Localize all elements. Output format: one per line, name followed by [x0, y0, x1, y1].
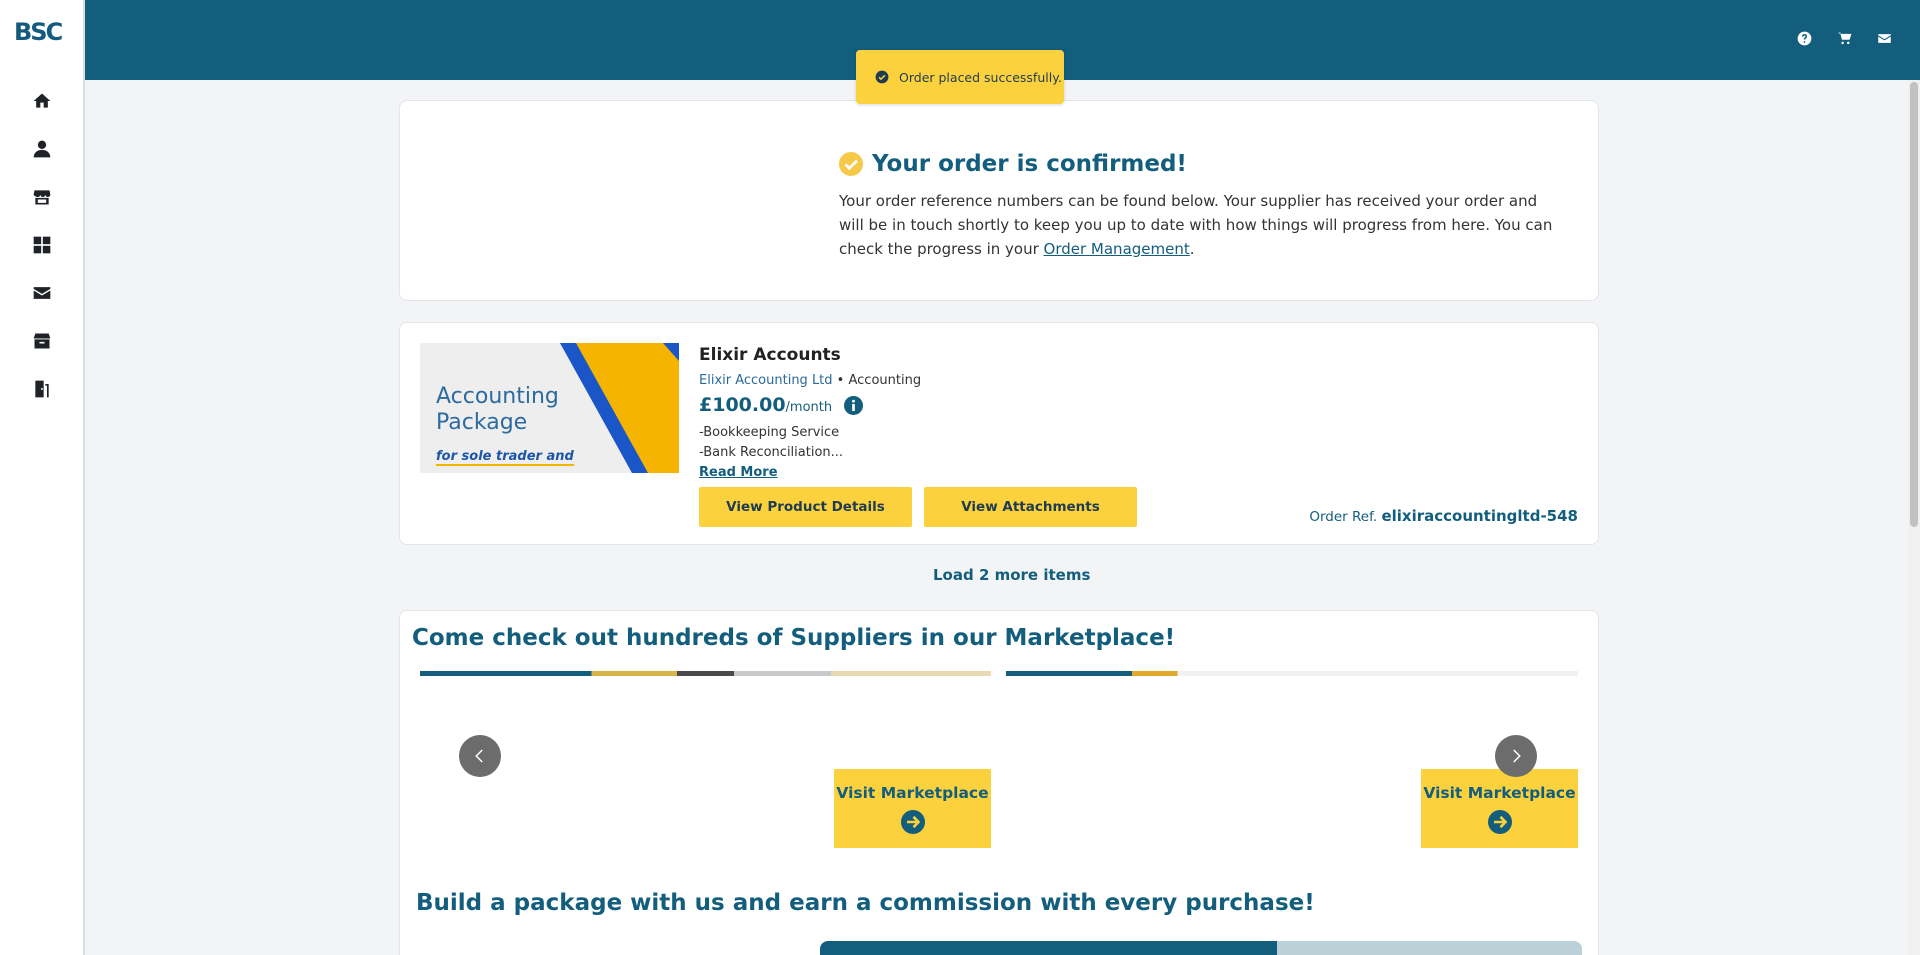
- load-more-items-link[interactable]: Load 2 more items: [933, 566, 1090, 584]
- envelope-icon[interactable]: [1876, 30, 1892, 46]
- check-circle-icon: [875, 70, 889, 84]
- build-package-banner: [820, 941, 1582, 955]
- view-product-details-button[interactable]: View Product Details: [699, 487, 912, 527]
- visit-marketplace-button[interactable]: Visit Marketplace: [834, 769, 991, 848]
- marketplace-banner-image: [1006, 671, 1578, 676]
- product-image-subtitle: for sole trader and: [436, 449, 574, 466]
- confirmation-heading: Your order is confirmed!: [839, 151, 1187, 177]
- header-actions: [1796, 30, 1892, 46]
- description-line: -Bookkeeping Service: [699, 425, 840, 440]
- price-period: /month: [785, 400, 833, 415]
- sidebar: BSC: [0, 0, 85, 955]
- dashboard-grid-icon[interactable]: [27, 230, 57, 260]
- scrollbar-thumb[interactable]: [1910, 82, 1918, 527]
- product-category: Accounting: [848, 373, 922, 388]
- marketplace-heading: Come check out hundreds of Suppliers in …: [412, 625, 1176, 651]
- home-icon[interactable]: [27, 86, 57, 116]
- product-image-title-line2: Package: [436, 410, 528, 435]
- read-more-link[interactable]: Read More: [699, 465, 778, 480]
- arrow-circle-right-icon: [900, 809, 925, 834]
- product-image: Accounting Package for sole trader and: [420, 343, 679, 473]
- info-icon[interactable]: [844, 395, 864, 415]
- user-icon[interactable]: [27, 134, 57, 164]
- help-icon[interactable]: [1796, 30, 1812, 46]
- confirmation-title: Your order is confirmed!: [872, 151, 1187, 177]
- carousel-prev-button[interactable]: [459, 735, 501, 777]
- description-line: -Bank Reconciliation...: [699, 445, 844, 460]
- product-description: -Bookkeeping Service -Bank Reconciliatio…: [699, 423, 843, 463]
- order-confirmation-card: Your order is confirmed! Your order refe…: [399, 100, 1599, 301]
- chevron-right-icon: [1513, 749, 1521, 763]
- visit-marketplace-label: Visit Marketplace: [836, 783, 989, 802]
- logout-door-icon[interactable]: [27, 374, 57, 404]
- box-icon[interactable]: [27, 326, 57, 356]
- order-ref-value: elixiraccountingltd-548: [1381, 507, 1578, 525]
- confirmation-body: Your order reference numbers can be foun…: [839, 192, 1553, 258]
- product-name: Elixir Accounts: [699, 345, 841, 365]
- build-package-heading: Build a package with us and earn a commi…: [416, 890, 1315, 916]
- order-management-link[interactable]: Order Management: [1044, 240, 1190, 258]
- check-circle-icon: [839, 152, 863, 176]
- ordered-product-card: Accounting Package for sole trader and E…: [399, 322, 1599, 545]
- marketplace-banner-image: [420, 671, 991, 676]
- confirmation-message: Your order reference numbers can be foun…: [839, 189, 1559, 261]
- supplier-name[interactable]: Elixir Accounting Ltd: [699, 373, 833, 388]
- visit-marketplace-label: Visit Marketplace: [1423, 783, 1576, 802]
- logo-text: BSC: [14, 18, 63, 46]
- envelope-icon[interactable]: [27, 278, 57, 308]
- order-ref-label: Order Ref.: [1309, 509, 1378, 525]
- chevron-left-icon: [475, 749, 483, 763]
- product-price: £100.00/month: [699, 394, 864, 416]
- visit-marketplace-button[interactable]: Visit Marketplace: [1421, 769, 1578, 848]
- confirmation-body-end: .: [1189, 240, 1195, 258]
- store-icon[interactable]: [27, 182, 57, 212]
- product-image-title-line1: Accounting: [436, 384, 559, 409]
- price-value: £100.00: [699, 394, 786, 416]
- arrow-circle-right-icon: [1487, 809, 1512, 834]
- carousel-next-button[interactable]: [1495, 735, 1537, 777]
- order-reference: Order Ref. elixiraccountingltd-548: [1309, 507, 1578, 525]
- toast-message: Order placed successfully.: [899, 69, 1062, 85]
- success-toast: Order placed successfully.: [856, 50, 1064, 104]
- logo[interactable]: BSC: [14, 18, 63, 56]
- product-image-title: Accounting Package: [436, 384, 559, 436]
- view-attachments-button[interactable]: View Attachments: [924, 487, 1137, 527]
- meta-separator: •: [832, 373, 849, 388]
- product-meta: Elixir Accounting Ltd • Accounting: [699, 373, 921, 388]
- cart-icon[interactable]: [1836, 30, 1852, 46]
